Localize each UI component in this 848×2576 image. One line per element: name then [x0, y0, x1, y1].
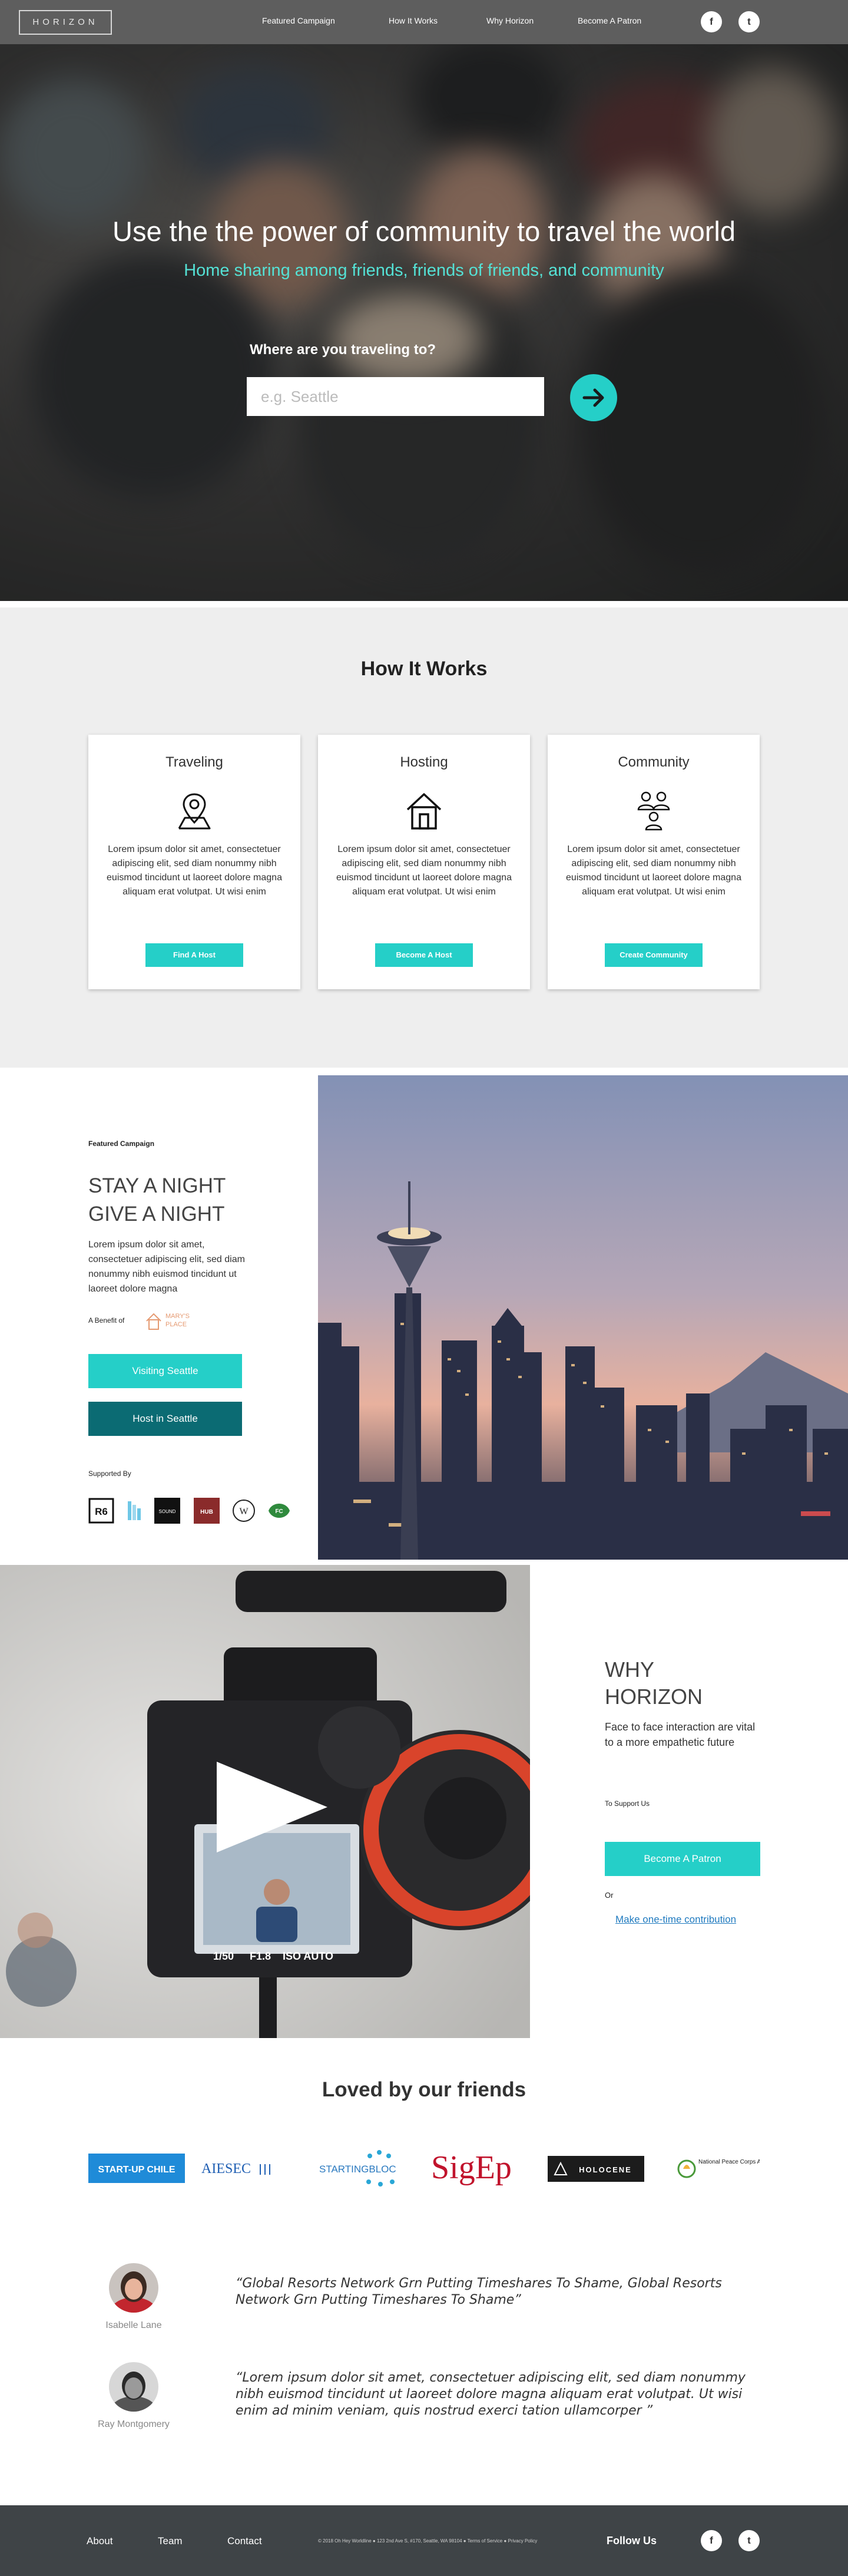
card-description: Lorem ipsum dolor sit amet, consectetuer… [336, 844, 512, 897]
campaign-title-line-2: GIVE A NIGHT [88, 1203, 225, 1226]
hero-section: Use the the power of community to travel… [0, 44, 848, 601]
map-pin-icon [178, 793, 211, 830]
camera-aperture-readout: F1.8 [250, 1950, 271, 1962]
hero-title: Use the the power of community to travel… [112, 216, 736, 247]
sponsor-fc-text: FC [275, 1508, 283, 1515]
why-horizon-title: WHY HORIZON [605, 1656, 723, 1710]
find-a-host-button[interactable]: Find A Host [145, 943, 243, 967]
horizon-logo[interactable]: HORIZON [19, 10, 112, 35]
card-description: Lorem ipsum dolor sit amet, consectetuer… [107, 844, 282, 897]
nav-link-why-horizon[interactable]: Why Horizon [486, 16, 534, 25]
campaign-title-line-1: STAY A NIGHT [88, 1174, 226, 1197]
partner-logo-startingbloc: STARTINGBLOC [319, 2150, 396, 2187]
search-submit-button[interactable] [570, 374, 617, 421]
people-icon [637, 791, 670, 831]
partner-logo-aiesec: AIESEC [201, 2161, 270, 2177]
card-title: Community [618, 754, 690, 770]
visiting-seattle-button[interactable]: Visiting Seattle [88, 1354, 242, 1388]
why-title-line-2: HORIZON [605, 1685, 703, 1709]
featured-campaign-section: Featured Campaign STAY A NIGHT GIVE A NI… [0, 1074, 848, 1560]
partner-logo-peace-corps: National Peace Corps Association [677, 2159, 760, 2178]
featured-campaign-label: Featured Campaign [88, 1140, 155, 1148]
twitter-icon[interactable]: t [738, 2530, 760, 2551]
follow-us-label: Follow Us [607, 2535, 657, 2547]
why-horizon-text: Face to face interaction are vital to a … [605, 1721, 756, 1748]
testimonial-quote: “Lorem ipsum dolor sit amet, consectetue… [236, 2370, 746, 2418]
partner-startingbloc-text: STARTINGBLOC [319, 2164, 396, 2175]
camera-iso-readout: ISO AUTO [283, 1950, 333, 1962]
footer-link-contact[interactable]: Contact [227, 2535, 262, 2547]
supported-by-label: Supported By [88, 1469, 131, 1478]
create-community-button[interactable]: Create Community [605, 943, 703, 967]
card-traveling: Traveling Lorem ipsum dolor sit amet, co… [88, 735, 300, 989]
card-title: Hosting [400, 754, 448, 770]
sponsor-hub-text: HUB [200, 1509, 213, 1515]
card-title: Traveling [165, 754, 223, 770]
campaign-title: STAY A NIGHT GIVE A NIGHT [88, 1172, 300, 1228]
how-it-works-title: How It Works [360, 658, 488, 680]
sponsor-r6-text: R6 [95, 1506, 108, 1517]
video-player[interactable]: 1/50 F1.8 ISO AUTO [0, 1565, 530, 2038]
loved-title: Loved by our friends [322, 2078, 526, 2101]
sponsor-logo-rb [128, 1501, 141, 1520]
testimonial-name: Isabelle Lane [105, 2320, 162, 2330]
become-a-host-button[interactable]: Become A Host [375, 943, 473, 967]
facebook-icon[interactable]: f [701, 11, 722, 32]
how-it-works-section: How It Works Traveling Lorem ipsum dolor… [0, 607, 848, 1068]
sponsor-logo-impact-hub: HUB [194, 1498, 220, 1524]
nav-link-featured-campaign[interactable]: Featured Campaign [262, 16, 335, 25]
card-hosting: Hosting Lorem ipsum dolor sit amet, cons… [318, 735, 530, 989]
facebook-icon[interactable]: f [701, 2530, 722, 2551]
copyright-text: © 2018 Oh Hey Worldline ● 123 2nd Ave S,… [318, 2538, 538, 2544]
twitter-icon[interactable]: t [738, 11, 760, 32]
sponsor-logo-fc: FC [269, 1504, 290, 1518]
destination-search-input[interactable] [247, 377, 544, 416]
card-community: Community Lorem ipsum dolor sit amet, co… [548, 735, 760, 989]
campaign-description: Lorem ipsum dolor sit amet, consectetuer… [88, 1240, 245, 1294]
why-title-line-1: WHY [605, 1657, 654, 1682]
card-description: Lorem ipsum dolor sit amet, consectetuer… [566, 844, 741, 897]
marys-place-logo-word-1: MARY'S [165, 1313, 190, 1320]
testimonial-quote: “Global Resorts Network Grn Putting Time… [236, 2276, 722, 2307]
partner-peace-corps-text: National Peace Corps Association [698, 2159, 760, 2165]
partner-startup-chile-text: START-UP CHILE [98, 2165, 175, 2175]
why-horizon-section: 1/50 F1.8 ISO AUTO WHY HORIZON Face to f… [0, 1565, 848, 2038]
partner-logo-holocene: HOLOCENE [548, 2156, 644, 2182]
footer-link-team[interactable]: Team [158, 2535, 183, 2547]
house-icon [406, 793, 442, 830]
sponsor-sound-text: SOUND [159, 1509, 176, 1514]
partners-testimonials-section: Loved by our friends START-UP CHILE AIES… [0, 2038, 848, 2505]
become-a-patron-button[interactable]: Become A Patron [605, 1842, 760, 1876]
camera-shutter-readout: 1/50 [213, 1950, 234, 1962]
avatar-isabelle-lane [109, 2263, 158, 2313]
seattle-skyline-photo [318, 1075, 848, 1560]
sponsor-logo-w: W [233, 1500, 255, 1522]
arrow-right-icon [582, 388, 604, 407]
marys-place-logo: MARY'S PLACE [146, 1313, 190, 1330]
avatar-ray-montgomery [109, 2362, 158, 2412]
footer: About Team Contact © 2018 Oh Hey Worldli… [0, 2505, 848, 2576]
top-nav: HORIZON Featured Campaign How It Works W… [0, 0, 848, 44]
hero-dark-overlay [0, 44, 848, 601]
sponsor-logo-r6: R6 [88, 1498, 114, 1524]
destination-question: Where are you traveling to? [250, 342, 436, 358]
hero-subtitle: Home sharing among friends, friends of f… [184, 261, 664, 280]
sponsor-w-text: W [239, 1507, 249, 1517]
partner-sigep-text: SigEp [431, 2149, 512, 2186]
host-in-seattle-button[interactable]: Host in Seattle [88, 1402, 242, 1436]
footer-link-about[interactable]: About [87, 2535, 112, 2547]
nav-link-become-a-patron[interactable]: Become A Patron [578, 16, 641, 25]
or-label: Or [605, 1891, 614, 1900]
nav-link-how-it-works[interactable]: How It Works [389, 16, 438, 25]
benefit-label: A Benefit of [88, 1316, 125, 1325]
partner-logo-startup-chile: START-UP CHILE [88, 2154, 185, 2183]
support-us-label: To Support Us [605, 1799, 650, 1808]
sponsor-logo-sound: SOUND [154, 1498, 180, 1524]
partner-aiesec-text: AIESEC [201, 2161, 251, 2177]
one-time-contribution-link[interactable]: Make one-time contribution [615, 1914, 736, 1926]
partner-logo-sigep: SigEp [431, 2149, 512, 2186]
marys-place-logo-word-2: PLACE [165, 1321, 187, 1328]
partner-holocene-text: HOLOCENE [579, 2165, 632, 2174]
testimonial-name: Ray Montgomery [98, 2419, 170, 2429]
